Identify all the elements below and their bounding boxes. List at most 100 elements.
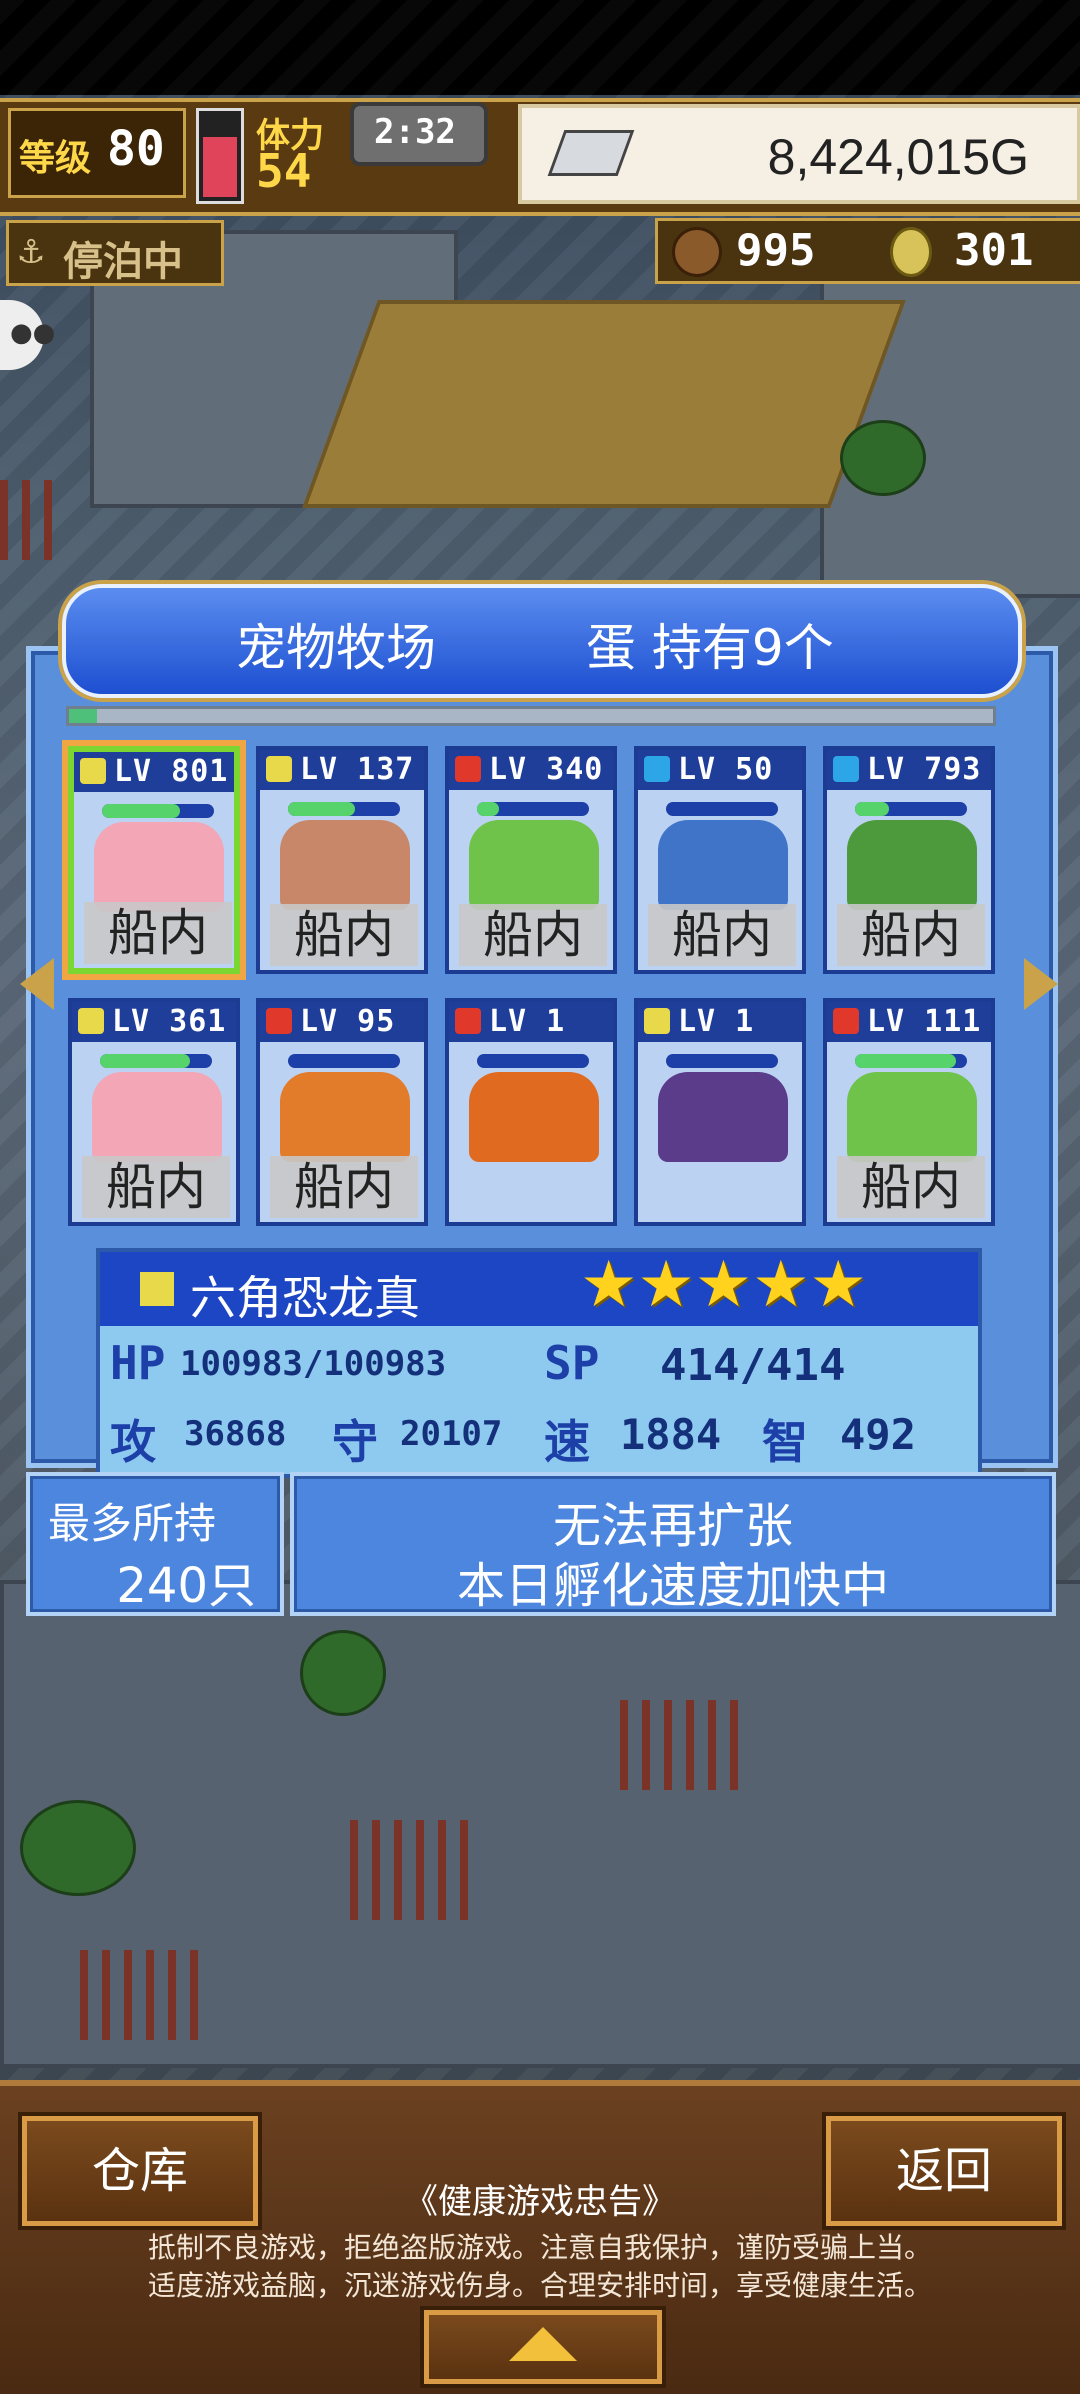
pet-hp-fill (288, 802, 356, 816)
pet-level: LV 111 (867, 1004, 982, 1039)
attack-label: 攻 (110, 1415, 156, 1469)
star-icon: ★ (752, 1248, 810, 1322)
side-menu-icon: ●● (10, 318, 56, 348)
stamina-gauge (196, 108, 244, 204)
pet-slot[interactable]: LV 50 船内 (634, 746, 806, 974)
coin-icon (890, 227, 932, 277)
capacity-label: 最多所持 (48, 1499, 217, 1548)
pet-location: 船内 (270, 904, 418, 966)
pet-sprite (92, 1072, 222, 1162)
message-line-2: 本日孵化速度加快中 (456, 1558, 889, 1614)
timer-box: 2:32 (350, 102, 488, 166)
intelligence-value: 492 (840, 1410, 916, 1459)
pet-sprite (658, 820, 788, 910)
pet-hp-bar (288, 1054, 400, 1068)
message-box: 无法再扩张 本日孵化速度加快中 (290, 1472, 1056, 1616)
level-value: 80 (107, 121, 165, 177)
silver-bar-icon (547, 130, 635, 176)
pet-location: 船内 (459, 904, 607, 966)
pet-hp-bar (855, 802, 967, 816)
level-box: 等级 80 (8, 108, 186, 198)
pet-slot[interactable]: LV 137 船内 (256, 746, 428, 974)
pet-sprite (280, 1072, 410, 1162)
fire-element-icon (455, 756, 481, 782)
stamina-value: 54 (256, 144, 312, 198)
prev-page-arrow[interactable] (20, 958, 54, 1010)
bush (300, 1630, 386, 1716)
pet-level: LV 793 (867, 752, 982, 787)
pet-slot[interactable]: LV 340 船内 (445, 746, 617, 974)
earth-element-icon (266, 756, 292, 782)
pet-slot[interactable]: LV 1 (445, 998, 617, 1226)
pet-sprite (847, 820, 977, 910)
health-notice-line-1: 抵制不良游戏，拒绝盗版游戏。注意自我保护，谨防受骗上当。 (147, 2231, 932, 2264)
bush (20, 1800, 136, 1896)
pet-location: 船内 (837, 1156, 985, 1218)
pet-sprite (658, 1072, 788, 1162)
capacity-box: 最多所持 240只 (26, 1472, 284, 1616)
anchor-icon: ⚓ (19, 227, 44, 273)
health-notice-line-2: 适度游戏益脑，沉迷游戏伤身。合理安排时间，享受健康生活。 (147, 2269, 932, 2302)
hp-sp-row: HP 100983/100983 SP 414/414 (100, 1330, 978, 1396)
up-arrow-icon (509, 2327, 577, 2361)
pet-hp-bar (102, 804, 214, 818)
expand-menu-button[interactable] (424, 2310, 662, 2384)
pet-hp-bar (477, 1054, 589, 1068)
pet-level: LV 1 (489, 1004, 566, 1039)
defense-value: 20107 (400, 1414, 503, 1454)
pet-hp-bar (288, 802, 400, 816)
pet-level: LV 50 (678, 752, 774, 787)
panel-title: 宠物牧场 (236, 619, 436, 677)
star-icon: ★ (637, 1248, 695, 1322)
pet-sprite (94, 822, 224, 912)
pet-level: LV 95 (300, 1004, 396, 1039)
pet-location: 船内 (270, 1156, 418, 1218)
pet-slot[interactable]: LV 801 船内 (68, 746, 240, 974)
earth-element-icon (78, 1008, 104, 1034)
rarity-stars: ★★★★★ (580, 1248, 867, 1322)
pet-slot[interactable]: LV 793 船内 (823, 746, 995, 974)
pet-hp-bar (666, 802, 778, 816)
fire-element-icon (833, 1008, 859, 1034)
pet-location: 船内 (84, 902, 232, 964)
water-element-icon (644, 756, 670, 782)
pet-level: LV 340 (489, 752, 604, 787)
dock-status-box: ⚓ 停泊中 (6, 220, 224, 286)
pet-slot[interactable]: LV 111 船内 (823, 998, 995, 1226)
earth-element-icon (644, 1008, 670, 1034)
next-page-arrow[interactable] (1024, 958, 1058, 1010)
star-icon: ★ (809, 1248, 867, 1322)
gold-amount: 8,424,015G (767, 129, 1029, 185)
pet-level: LV 361 (112, 1004, 227, 1039)
panel-title-bar: 宠物牧场 蛋 持有9个 (62, 584, 1022, 698)
earth-element-icon (140, 1272, 174, 1306)
level-label: 等级 (19, 138, 92, 179)
pet-level: LV 801 (114, 754, 229, 789)
pet-hp-fill (100, 1054, 190, 1068)
speed-label: 速 (544, 1415, 590, 1469)
pet-slot[interactable]: LV 1 (634, 998, 806, 1226)
star-icon: ★ (694, 1248, 753, 1322)
pet-hp-fill (102, 804, 181, 818)
pet-slot[interactable]: LV 361 船内 (68, 998, 240, 1226)
pet-hp-bar (855, 1054, 967, 1068)
fence (0, 480, 60, 560)
gold-box: 8,424,015G (518, 104, 1080, 204)
pet-sprite (847, 1072, 977, 1162)
pet-name-row: 六角恐龙真 ★★★★★ (100, 1248, 978, 1326)
fence (80, 1950, 210, 2040)
pet-slot[interactable]: LV 95 船内 (256, 998, 428, 1226)
fire-element-icon (266, 1008, 292, 1034)
fire-element-icon (455, 1008, 481, 1034)
pet-sprite (280, 820, 410, 910)
stamina-gauge-fill (203, 137, 237, 197)
atk-def-row: 攻 36868 守 20107 速 1884 智 492 (100, 1400, 978, 1469)
resource-1-value: 995 (736, 225, 816, 276)
sp-value: 414/414 (660, 1340, 846, 1391)
pet-sprite (469, 1072, 599, 1162)
attack-value: 36868 (184, 1414, 287, 1454)
food-icon (672, 227, 722, 277)
pet-name: 六角恐龙真 (190, 1271, 420, 1325)
pet-location: 船内 (82, 1156, 230, 1218)
pet-hp-bar (100, 1054, 212, 1068)
